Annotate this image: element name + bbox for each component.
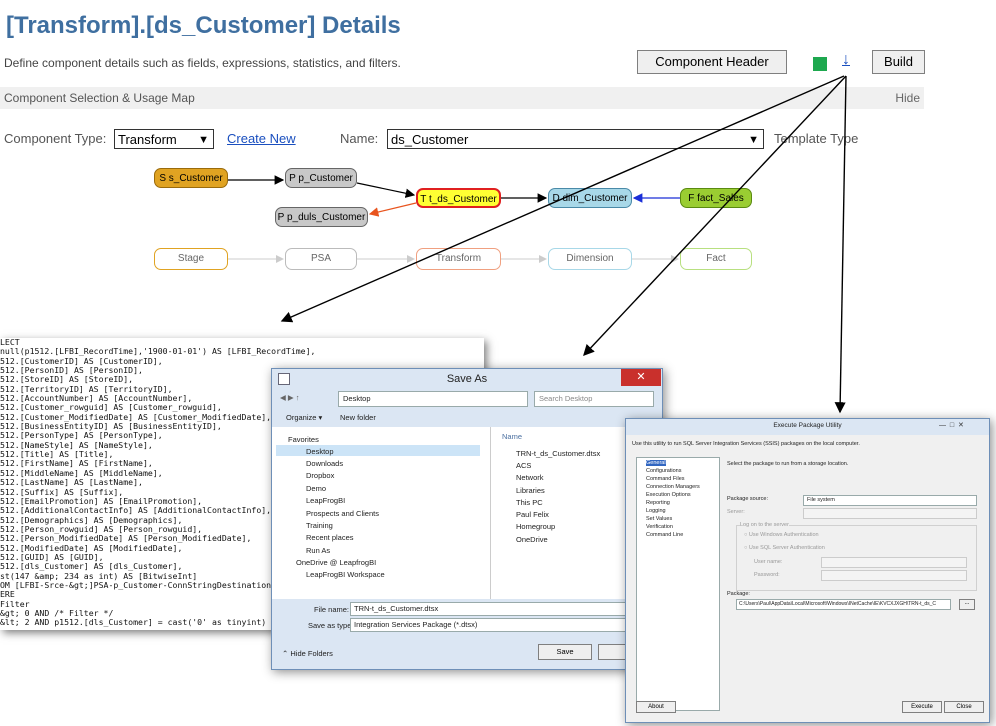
- edge-transform-duls: [368, 202, 417, 217]
- arrow-overlay: [228, 75, 847, 414]
- callout-arrow-code: [280, 75, 845, 323]
- callout-arrow-epu: [834, 75, 847, 414]
- callout-arrow-saveas: [583, 75, 847, 357]
- edge-psa-transform: [356, 182, 416, 198]
